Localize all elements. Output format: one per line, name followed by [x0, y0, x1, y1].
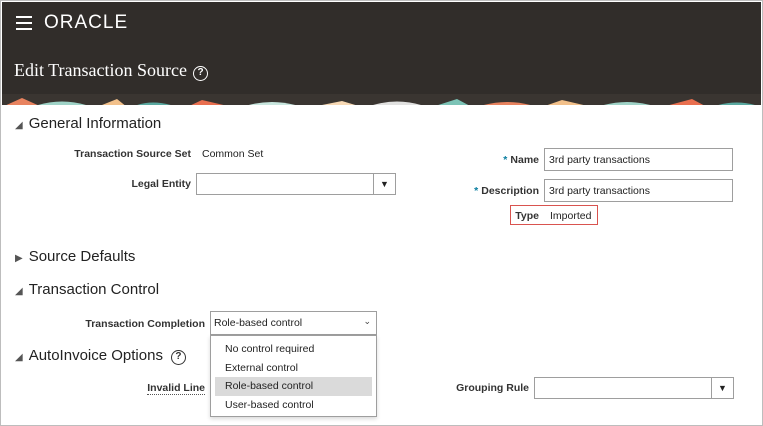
dropdown-arrow-icon[interactable]: ▼: [373, 174, 395, 194]
decorative-banner: [2, 94, 761, 105]
page-frame: ORACLE Edit Transaction Source? ◢ Genera…: [0, 0, 763, 426]
legal-entity-select[interactable]: ▼: [196, 173, 396, 195]
oracle-logo[interactable]: ORACLE: [44, 12, 128, 34]
help-icon[interactable]: ?: [193, 66, 208, 81]
collapse-triangle-icon[interactable]: ◢: [15, 352, 23, 363]
transaction-completion-select[interactable]: Role-based control ⌄: [210, 311, 377, 335]
transaction-source-set-value: Common Set: [202, 148, 264, 160]
required-icon: *: [474, 185, 479, 197]
option-role-based-control[interactable]: Role-based control: [215, 377, 372, 396]
name-input[interactable]: 3rd party transactions: [544, 148, 733, 171]
page-title: Edit Transaction Source?: [14, 60, 208, 81]
type-value: Imported: [550, 210, 592, 222]
option-no-control-required[interactable]: No control required: [215, 340, 372, 359]
type-label: Type: [515, 210, 539, 222]
transaction-completion-options: No control required External control Rol…: [210, 335, 377, 417]
description-label-text: Description: [481, 185, 539, 197]
transaction-completion-value: Role-based control: [214, 317, 303, 329]
name-label-text: Name: [510, 154, 539, 166]
name-label: * Name: [441, 154, 539, 166]
dropdown-arrow-icon[interactable]: ▼: [711, 378, 733, 398]
transaction-completion-label: Transaction Completion: [85, 318, 205, 330]
description-input[interactable]: 3rd party transactions: [544, 179, 733, 202]
required-icon: *: [503, 154, 508, 166]
help-icon[interactable]: ?: [170, 350, 186, 365]
section-title: General Information: [28, 115, 162, 132]
section-transaction-control[interactable]: ◢ Transaction Control: [15, 281, 159, 298]
section-title: Source Defaults: [28, 248, 136, 265]
option-user-based-control[interactable]: User-based control: [215, 396, 372, 415]
grouping-rule-label: Grouping Rule: [456, 382, 529, 394]
description-label: * Description: [441, 185, 539, 197]
page-title-text: Edit Transaction Source: [14, 60, 187, 80]
invalid-line-label-text: Invalid Line: [147, 382, 205, 395]
transaction-source-set-label: Transaction Source Set: [74, 148, 191, 160]
section-general-information[interactable]: ◢ General Information: [15, 115, 161, 132]
option-external-control[interactable]: External control: [215, 359, 372, 378]
section-title: Transaction Control: [28, 281, 160, 298]
section-autoinvoice-options[interactable]: ◢ AutoInvoice Options?: [15, 347, 186, 365]
menu-icon[interactable]: [16, 16, 32, 30]
collapse-triangle-icon[interactable]: ◢: [15, 120, 23, 131]
chevron-down-icon[interactable]: ⌄: [363, 316, 371, 327]
invalid-line-label: Invalid Line: [101, 382, 205, 395]
legal-entity-label: Legal Entity: [131, 178, 191, 190]
page-title-bar: Edit Transaction Source?: [2, 44, 761, 94]
global-header: ORACLE: [2, 2, 761, 44]
section-source-defaults[interactable]: ▶ Source Defaults: [15, 248, 135, 265]
collapse-triangle-icon[interactable]: ◢: [15, 286, 23, 297]
grouping-rule-select[interactable]: ▼: [534, 377, 734, 399]
expand-triangle-icon[interactable]: ▶: [15, 253, 23, 264]
section-title: AutoInvoice Options: [28, 347, 163, 364]
